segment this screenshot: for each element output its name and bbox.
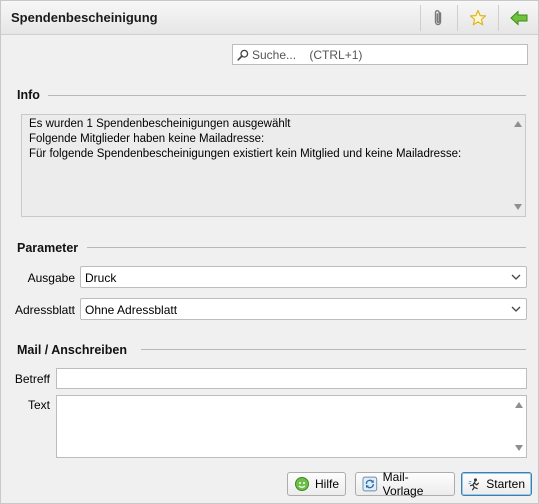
parameter-section-title: Parameter xyxy=(17,241,79,255)
attach-button[interactable] xyxy=(425,6,451,30)
refresh-icon xyxy=(362,476,378,492)
start-button[interactable]: Starten xyxy=(461,472,532,496)
ausgabe-value: Druck xyxy=(85,271,117,285)
text-textarea[interactable] xyxy=(56,395,527,458)
star-icon xyxy=(469,9,487,26)
scroll-down-icon[interactable] xyxy=(515,445,523,451)
info-line: Für folgende Spendenbescheinigungen exis… xyxy=(29,148,462,160)
info-section-title: Info xyxy=(17,88,40,102)
chevron-down-icon xyxy=(511,274,521,280)
mail-template-button[interactable]: Mail-Vorlage xyxy=(355,470,455,498)
search-icon xyxy=(237,49,249,61)
window-title: Spendenbescheinigung xyxy=(11,10,158,25)
title-bar: Spendenbescheinigung xyxy=(1,1,538,35)
vertical-scrollbar[interactable] xyxy=(510,115,525,216)
info-textarea[interactable]: Es wurden 1 Spendenbescheinigungen ausge… xyxy=(21,114,526,217)
adressblatt-select[interactable]: Ohne Adressblatt xyxy=(80,298,527,320)
back-button[interactable] xyxy=(506,6,532,30)
toolbar-separator xyxy=(420,5,421,31)
start-button-label: Starten xyxy=(486,477,525,491)
adressblatt-label: Adressblatt xyxy=(14,303,75,317)
scroll-up-icon[interactable] xyxy=(515,402,523,408)
adressblatt-value: Ohne Adressblatt xyxy=(85,303,178,317)
betreff-input[interactable] xyxy=(56,368,527,389)
scroll-up-icon[interactable] xyxy=(514,121,522,127)
help-button-label: Hilfe xyxy=(314,477,339,491)
section-divider xyxy=(87,247,526,248)
info-line: Folgende Mitglieder haben keine Mailadre… xyxy=(29,133,265,145)
dialog-window: Spendenbescheinigung Suche... (CTRL+1) I… xyxy=(0,0,539,504)
toolbar-separator xyxy=(498,5,499,31)
section-divider xyxy=(48,95,526,96)
mail-template-button-label: Mail-Vorlage xyxy=(382,470,424,498)
run-icon xyxy=(468,478,480,491)
text-label: Text xyxy=(27,398,50,412)
search-placeholder: Suche... (CTRL+1) xyxy=(252,47,363,62)
paperclip-icon xyxy=(434,10,442,26)
mail-section-title: Mail / Anschreiben xyxy=(17,343,127,357)
betreff-label: Betreff xyxy=(14,372,50,386)
ausgabe-select[interactable]: Druck xyxy=(80,266,527,288)
search-input[interactable]: Suche... (CTRL+1) xyxy=(232,44,528,65)
scroll-down-icon[interactable] xyxy=(514,204,522,210)
back-arrow-icon xyxy=(510,10,528,26)
ausgabe-label: Ausgabe xyxy=(27,271,75,285)
vertical-scrollbar[interactable] xyxy=(511,396,526,457)
favorite-button[interactable] xyxy=(465,6,491,30)
help-icon xyxy=(294,477,309,491)
chevron-down-icon xyxy=(511,306,521,312)
help-button[interactable]: Hilfe xyxy=(287,472,346,496)
toolbar-separator xyxy=(457,5,458,31)
info-line: Es wurden 1 Spendenbescheinigungen ausge… xyxy=(29,118,291,130)
section-divider xyxy=(141,349,526,350)
